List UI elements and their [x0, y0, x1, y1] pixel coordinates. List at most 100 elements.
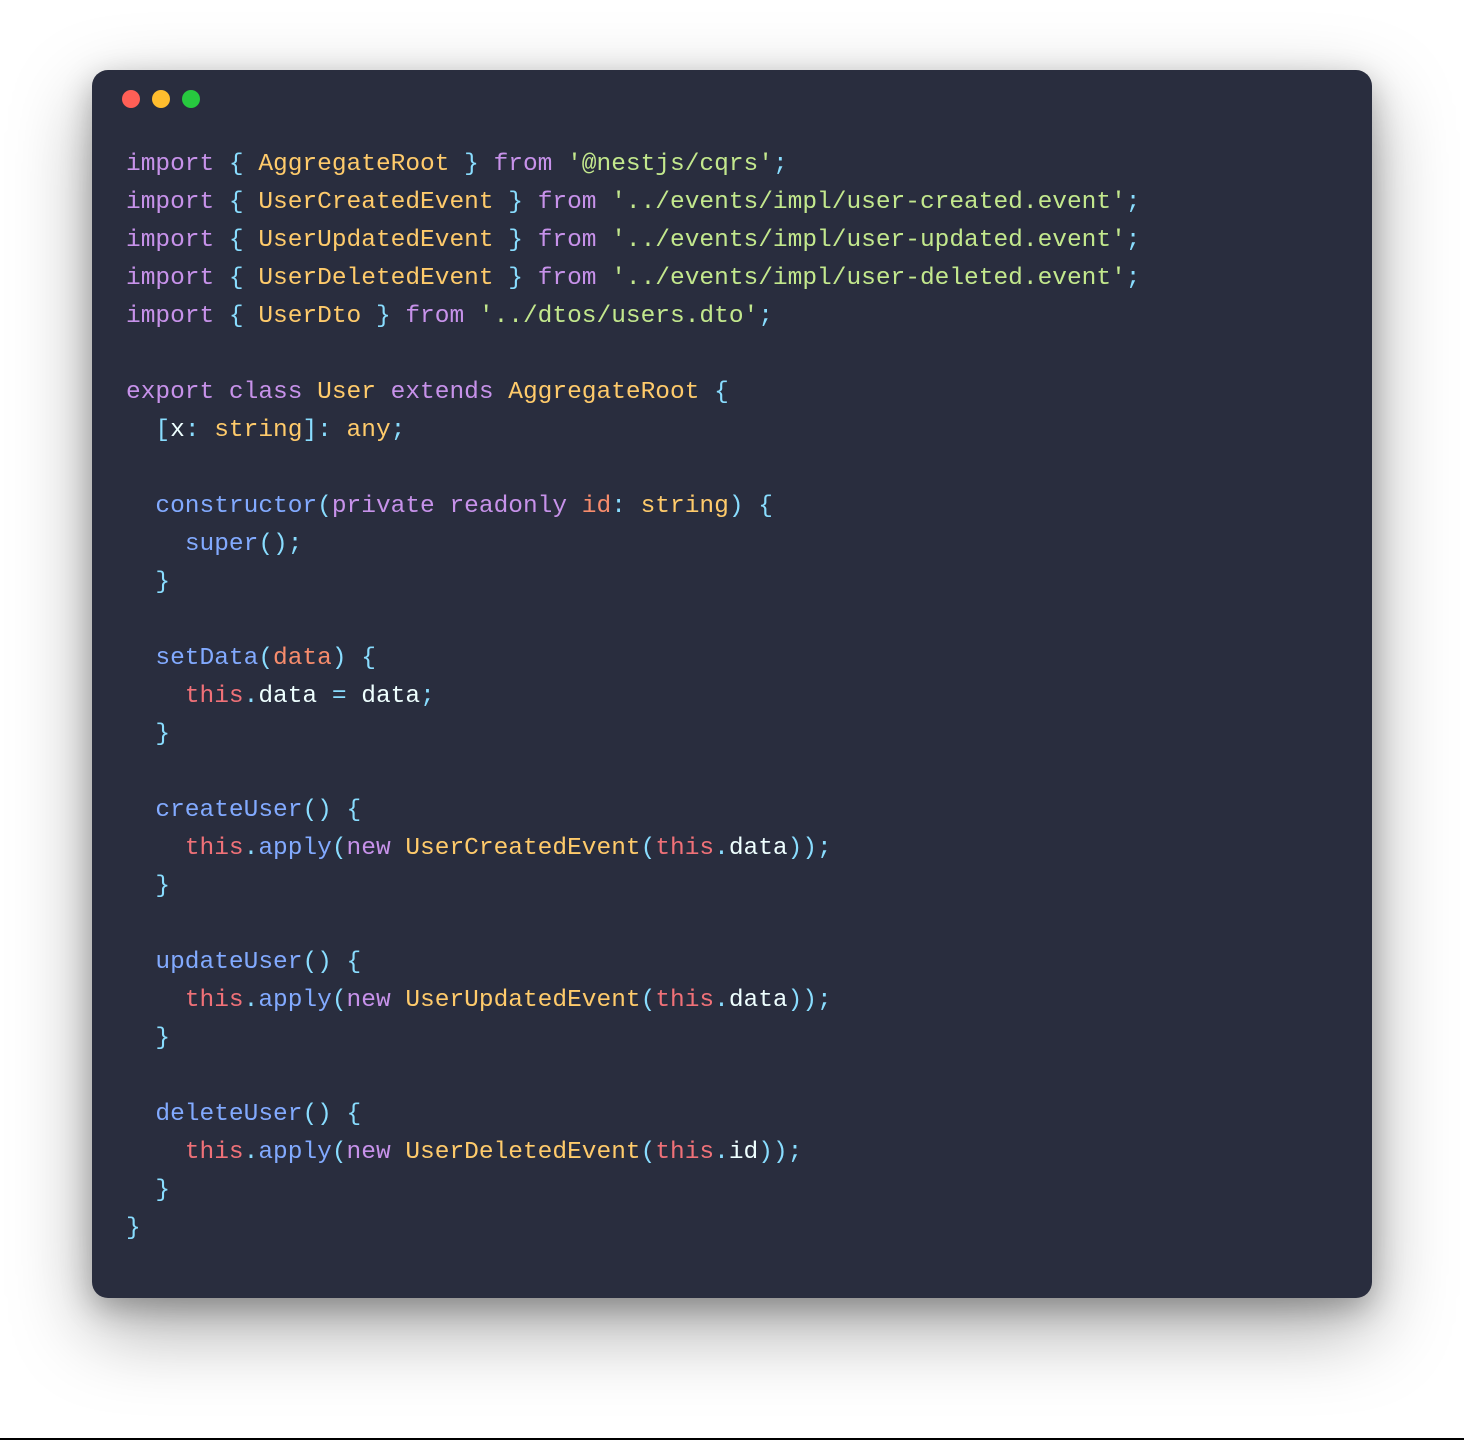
import-path: '../dtos/users.dto': [479, 303, 758, 330]
semi: ;: [773, 151, 788, 178]
kw-private: private: [332, 493, 435, 520]
import-path: '../events/impl/user-deleted.event': [611, 265, 1126, 292]
import-path: '../events/impl/user-updated.event': [611, 227, 1126, 254]
kw-new: new: [347, 835, 391, 862]
paren-close: ): [729, 493, 744, 520]
param-id: id: [582, 493, 611, 520]
kw-from: from: [538, 265, 597, 292]
code-line: super();: [185, 531, 303, 558]
param-data: data: [273, 645, 332, 672]
code-line: export class User extends AggregateRoot …: [126, 379, 729, 406]
paren-open: (: [332, 1139, 347, 1166]
close-icon[interactable]: [122, 90, 140, 108]
kw-from: from: [538, 189, 597, 216]
dot: .: [714, 835, 729, 862]
kw-readonly: readonly: [449, 493, 567, 520]
kw-from: from: [405, 303, 464, 330]
semi: ;: [420, 683, 435, 710]
brace-close: }: [464, 151, 479, 178]
paren-open: (: [332, 987, 347, 1014]
code-line: import { UserCreatedEvent } from '../eve…: [126, 189, 1141, 216]
brace-close: }: [155, 1025, 170, 1052]
method-apply: apply: [258, 835, 332, 862]
kw-class: class: [229, 379, 303, 406]
method-updateUser: updateUser: [155, 949, 302, 976]
kw-this: this: [655, 835, 714, 862]
import-name: UserDto: [258, 303, 361, 330]
brace-open: {: [347, 797, 362, 824]
page-viewport: import { AggregateRoot } from '@nestjs/c…: [0, 0, 1464, 1440]
paren-close: ): [802, 987, 817, 1014]
brace-close: }: [508, 227, 523, 254]
import-name: AggregateRoot: [258, 151, 449, 178]
brace-close: }: [126, 1215, 141, 1242]
paren-close: ): [332, 645, 347, 672]
brace-open: {: [347, 1101, 362, 1128]
type-any: any: [347, 417, 391, 444]
colon: :: [611, 493, 626, 520]
dot: .: [244, 1139, 259, 1166]
kw-import: import: [126, 227, 214, 254]
eq: =: [332, 683, 347, 710]
window-titlebar: [92, 70, 1372, 128]
super-call: super: [185, 531, 259, 558]
import-path: '../events/impl/user-created.event': [611, 189, 1126, 216]
prop-data: data: [258, 683, 317, 710]
paren-open: (: [302, 949, 317, 976]
semi: ;: [817, 835, 832, 862]
paren-open: (: [302, 797, 317, 824]
code-line: import { UserUpdatedEvent } from '../eve…: [126, 227, 1141, 254]
paren-close: ): [788, 835, 803, 862]
kw-this: this: [185, 1139, 244, 1166]
semi: ;: [817, 987, 832, 1014]
brace-open: {: [714, 379, 729, 406]
kw-this: this: [185, 835, 244, 862]
code-window: import { AggregateRoot } from '@nestjs/c…: [92, 70, 1372, 1297]
prop-data: data: [729, 987, 788, 1014]
kw-new: new: [347, 1139, 391, 1166]
type-string: string: [641, 493, 729, 520]
dot: .: [244, 987, 259, 1014]
method-deleteUser: deleteUser: [155, 1101, 302, 1128]
kw-new: new: [347, 987, 391, 1014]
code-block: import { AggregateRoot } from '@nestjs/c…: [92, 128, 1372, 1297]
prop-data: data: [729, 835, 788, 862]
brace-close: }: [508, 189, 523, 216]
paren-close: ): [802, 835, 817, 862]
paren-open: (: [317, 493, 332, 520]
semi: ;: [758, 303, 773, 330]
kw-import: import: [126, 151, 214, 178]
code-line: import { UserDto } from '../dtos/users.d…: [126, 303, 773, 330]
brace-open: {: [347, 949, 362, 976]
code-line: this.apply(new UserCreatedEvent(this.dat…: [185, 835, 832, 862]
minimize-icon[interactable]: [152, 90, 170, 108]
colon: :: [185, 417, 200, 444]
paren-open: (: [332, 835, 347, 862]
brace-open: {: [758, 493, 773, 520]
paren-open: (: [258, 531, 273, 558]
kw-import: import: [126, 265, 214, 292]
brace-close: }: [155, 569, 170, 596]
paren-close: ): [317, 1101, 332, 1128]
paren-open: (: [641, 835, 656, 862]
paren-open: (: [258, 645, 273, 672]
paren-close: ): [758, 1139, 773, 1166]
zoom-icon[interactable]: [182, 90, 200, 108]
type-string: string: [214, 417, 302, 444]
kw-this: this: [185, 683, 244, 710]
code-line: createUser() {: [155, 797, 361, 824]
paren-close: ): [317, 949, 332, 976]
paren-open: (: [641, 1139, 656, 1166]
paren-close: ): [317, 797, 332, 824]
paren-close: ): [273, 531, 288, 558]
prop-id: id: [729, 1139, 758, 1166]
colon: :: [317, 417, 332, 444]
semi: ;: [288, 531, 303, 558]
brace-close: }: [155, 1177, 170, 1204]
code-line: updateUser() {: [155, 949, 361, 976]
kw-from: from: [538, 227, 597, 254]
dot: .: [244, 835, 259, 862]
kw-this: this: [185, 987, 244, 1014]
brace-open: {: [361, 645, 376, 672]
brace-close: }: [376, 303, 391, 330]
